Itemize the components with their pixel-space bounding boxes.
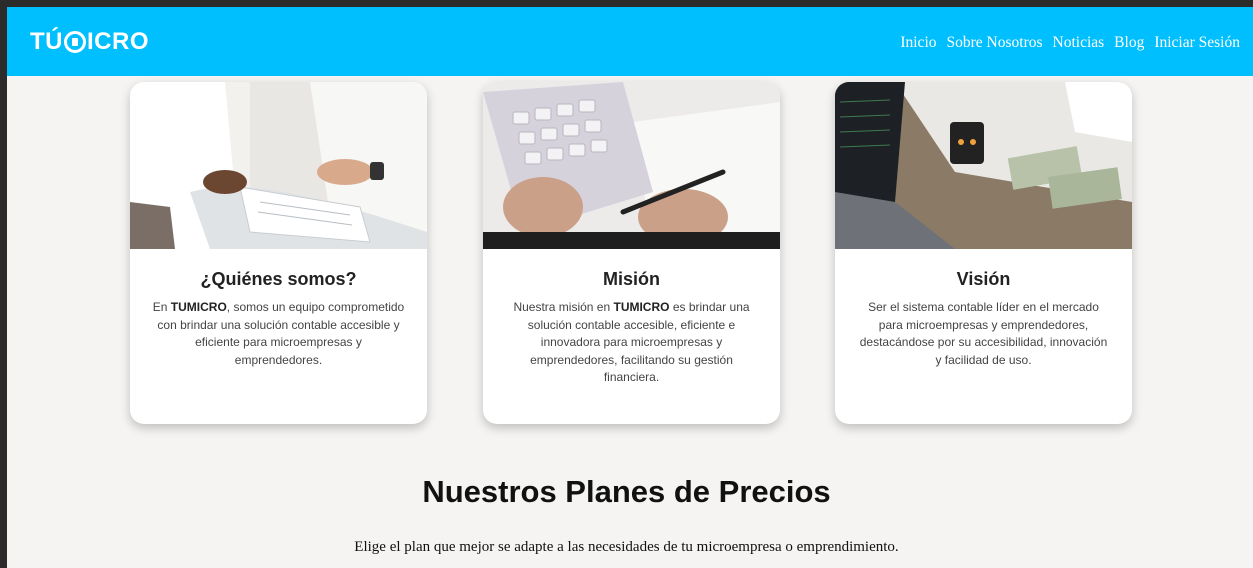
nav-link-blog[interactable]: Blog [1114, 34, 1144, 52]
logo-m-icon [64, 31, 86, 53]
pricing-section-title: Nuestros Planes de Precios [422, 474, 831, 509]
nav-link-iniciar-sesion[interactable]: Iniciar Sesión [1154, 34, 1240, 52]
card-vision: Visión Ser el sistema contable líder en … [835, 82, 1132, 424]
nav-link-noticias[interactable]: Noticias [1053, 34, 1105, 52]
brand-logo[interactable]: TÚ ICRO [30, 27, 149, 57]
window-top-border [0, 0, 1253, 7]
calculator-and-pen-image [483, 82, 780, 249]
logo-text-left: TÚ [30, 28, 63, 55]
card-description: Ser el sistema contable líder en el merc… [859, 300, 1108, 367]
pricing-section-subtitle: Elige el plan que mejor se adapte a las … [354, 539, 899, 555]
card-description: En TUMICRO, somos un equipo comprometido… [152, 300, 405, 367]
card-title: Visión [956, 269, 1011, 289]
nav-link-inicio[interactable]: Inicio [900, 34, 936, 52]
main-nav: Inicio Sobre Nosotros Noticias Blog Inic… [900, 34, 1240, 52]
top-navbar: TÚ ICRO Inicio Sobre Nosotros Noticias B… [7, 7, 1253, 76]
card-mision: Misión Nuestra misión en TUMICRO es brin… [483, 82, 780, 424]
laptop-and-money-image [835, 82, 1132, 249]
card-quienes-somos: ¿Quiénes somos? En TUMICRO, somos un equ… [130, 82, 427, 424]
card-description: Nuestra misión en TUMICRO es brindar una… [513, 300, 750, 384]
logo-text-right: ICRO [87, 28, 149, 55]
card-title: ¿Quiénes somos? [200, 269, 357, 289]
card-title: Misión [603, 269, 660, 289]
nav-link-sobre-nosotros[interactable]: Sobre Nosotros [947, 34, 1043, 52]
team-reviewing-documents-image [130, 82, 427, 249]
